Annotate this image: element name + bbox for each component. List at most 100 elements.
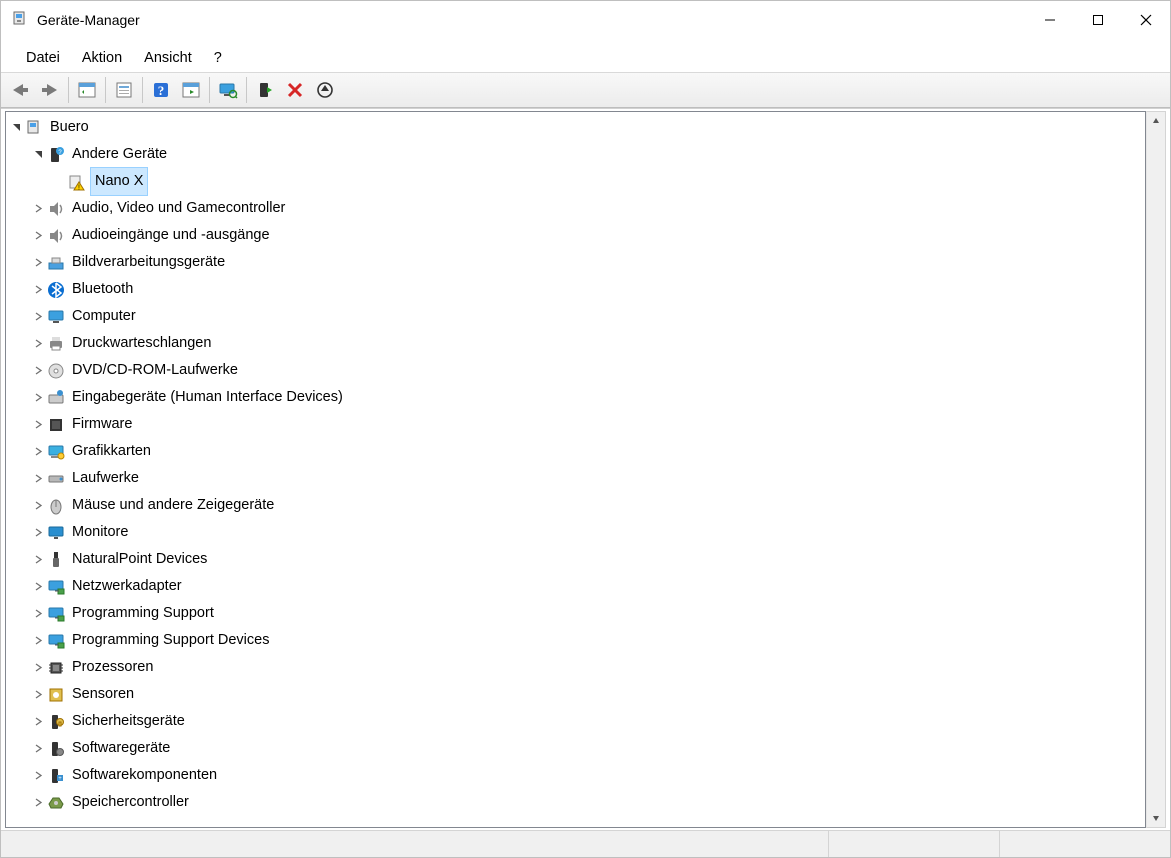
tree-category-node[interactable]: Sensoren <box>8 681 1141 708</box>
tree-category-label[interactable]: DVD/CD-ROM-Laufwerke <box>70 357 240 384</box>
chevron-right-icon[interactable] <box>30 528 46 537</box>
close-button[interactable] <box>1122 4 1170 36</box>
minimize-button[interactable] <box>1026 4 1074 36</box>
forward-button[interactable] <box>35 75 65 105</box>
chevron-right-icon[interactable] <box>30 582 46 591</box>
chevron-right-icon[interactable] <box>30 636 46 645</box>
chevron-right-icon[interactable] <box>30 744 46 753</box>
menu-view[interactable]: Ansicht <box>133 48 203 68</box>
tree-category-label[interactable]: Prozessoren <box>70 654 155 681</box>
tree-category-label[interactable]: Eingabegeräte (Human Interface Devices) <box>70 384 345 411</box>
update-driver-button[interactable] <box>310 75 340 105</box>
chevron-right-icon[interactable] <box>30 204 46 213</box>
tree-category-label[interactable]: Laufwerke <box>70 465 141 492</box>
properties-button[interactable] <box>109 75 139 105</box>
chevron-right-icon[interactable] <box>30 474 46 483</box>
tree-category-node[interactable]: + Softwarekomponenten <box>8 762 1141 789</box>
tree-category-label[interactable]: Mäuse und andere Zeigegeräte <box>70 492 276 519</box>
tree-category-node[interactable]: Mäuse und andere Zeigegeräte <box>8 492 1141 519</box>
chevron-right-icon[interactable] <box>30 285 46 294</box>
uninstall-device-button[interactable] <box>280 75 310 105</box>
titlebar[interactable]: Geräte-Manager <box>1 1 1170 40</box>
tree-category-node[interactable]: Audioeingänge und -ausgänge <box>8 222 1141 249</box>
maximize-button[interactable] <box>1074 4 1122 36</box>
tree-category-label[interactable]: Monitore <box>70 519 130 546</box>
menu-file[interactable]: Datei <box>15 48 71 68</box>
tree-category-node[interactable]: Eingabegeräte (Human Interface Devices) <box>8 384 1141 411</box>
tree-category-node[interactable]: Druckwarteschlangen <box>8 330 1141 357</box>
tree-root-node[interactable]: Buero <box>8 114 1141 141</box>
menu-action[interactable]: Aktion <box>71 48 133 68</box>
tree-category-node[interactable]: Speichercontroller <box>8 789 1141 816</box>
chevron-right-icon[interactable] <box>30 663 46 672</box>
chevron-right-icon[interactable] <box>30 366 46 375</box>
tree-category-label[interactable]: NaturalPoint Devices <box>70 546 209 573</box>
tree-category-node[interactable]: Bildverarbeitungsgeräte <box>8 249 1141 276</box>
tree-category-node[interactable]: NaturalPoint Devices <box>8 546 1141 573</box>
chevron-right-icon[interactable] <box>30 420 46 429</box>
tree-category-node[interactable]: Computer <box>8 303 1141 330</box>
back-button[interactable] <box>5 75 35 105</box>
chevron-right-icon[interactable] <box>30 555 46 564</box>
tree-category-label[interactable]: Softwaregeräte <box>70 735 172 762</box>
tree-category-node[interactable]: Netzwerkadapter <box>8 573 1141 600</box>
scroll-down-arrow-icon[interactable] <box>1147 809 1165 827</box>
chevron-down-icon[interactable] <box>30 150 46 159</box>
chevron-right-icon[interactable] <box>30 717 46 726</box>
device-tree-panel[interactable]: Buero ? Andere Geräte ! Nano X Audio, Vi… <box>5 111 1146 828</box>
tree-category-label[interactable]: Programming Support Devices <box>70 627 271 654</box>
chevron-right-icon[interactable] <box>30 798 46 807</box>
vertical-scrollbar[interactable] <box>1146 111 1166 828</box>
device-tree[interactable]: Buero ? Andere Geräte ! Nano X Audio, Vi… <box>6 112 1145 820</box>
tree-category-label[interactable]: Computer <box>70 303 138 330</box>
show-hidden-devices-button[interactable] <box>176 75 206 105</box>
tree-category-node[interactable]: DVD/CD-ROM-Laufwerke <box>8 357 1141 384</box>
enable-device-button[interactable] <box>250 75 280 105</box>
tree-category-node[interactable]: Prozessoren <box>8 654 1141 681</box>
tree-category-label[interactable]: Softwarekomponenten <box>70 762 219 789</box>
chevron-right-icon[interactable] <box>30 339 46 348</box>
chevron-down-icon[interactable] <box>8 123 24 132</box>
chevron-right-icon[interactable] <box>30 393 46 402</box>
tree-category-label[interactable]: Programming Support <box>70 600 216 627</box>
tree-category-label[interactable]: Speichercontroller <box>70 789 191 816</box>
chevron-right-icon[interactable] <box>30 231 46 240</box>
tree-category-node[interactable]: Programming Support Devices <box>8 627 1141 654</box>
scan-hardware-button[interactable] <box>213 75 243 105</box>
tree-device-label[interactable]: Nano X <box>90 167 148 196</box>
tree-category-node[interactable]: Sicherheitsgeräte <box>8 708 1141 735</box>
tree-category-node[interactable]: Laufwerke <box>8 465 1141 492</box>
tree-category-label[interactable]: Sicherheitsgeräte <box>70 708 187 735</box>
tree-category-label[interactable]: Netzwerkadapter <box>70 573 184 600</box>
chevron-right-icon[interactable] <box>30 447 46 456</box>
help-button[interactable]: ? <box>146 75 176 105</box>
chevron-right-icon[interactable] <box>30 312 46 321</box>
tree-category-label[interactable]: Sensoren <box>70 681 136 708</box>
tree-category-label[interactable]: Audioeingänge und -ausgänge <box>70 222 272 249</box>
tree-device-node[interactable]: ! Nano X <box>8 168 1141 195</box>
tree-category-label[interactable]: Druckwarteschlangen <box>70 330 213 357</box>
tree-category-label[interactable]: Firmware <box>70 411 134 438</box>
tree-category-label[interactable]: Audio, Video und Gamecontroller <box>70 195 287 222</box>
tree-category-node[interactable]: Bluetooth <box>8 276 1141 303</box>
tree-category-label[interactable]: Andere Geräte <box>70 141 169 168</box>
menu-help[interactable]: ? <box>203 48 233 68</box>
show-hide-console-tree-button[interactable] <box>72 75 102 105</box>
tree-category-node[interactable]: Monitore <box>8 519 1141 546</box>
tree-category-label[interactable]: Bildverarbeitungsgeräte <box>70 249 227 276</box>
tree-category-label[interactable]: Grafikkarten <box>70 438 153 465</box>
scroll-up-arrow-icon[interactable] <box>1147 112 1165 130</box>
tree-category-node[interactable]: Audio, Video und Gamecontroller <box>8 195 1141 222</box>
tree-category-label[interactable]: Bluetooth <box>70 276 135 303</box>
tree-category-node[interactable]: Grafikkarten <box>8 438 1141 465</box>
tree-category-node[interactable]: Softwaregeräte <box>8 735 1141 762</box>
chevron-right-icon[interactable] <box>30 771 46 780</box>
chevron-right-icon[interactable] <box>30 258 46 267</box>
chevron-right-icon[interactable] <box>30 690 46 699</box>
tree-category-node[interactable]: ? Andere Geräte <box>8 141 1141 168</box>
chevron-right-icon[interactable] <box>30 501 46 510</box>
chevron-right-icon[interactable] <box>30 609 46 618</box>
tree-root-label[interactable]: Buero <box>48 114 91 141</box>
scrollbar-track[interactable] <box>1147 130 1165 809</box>
tree-category-node[interactable]: Firmware <box>8 411 1141 438</box>
